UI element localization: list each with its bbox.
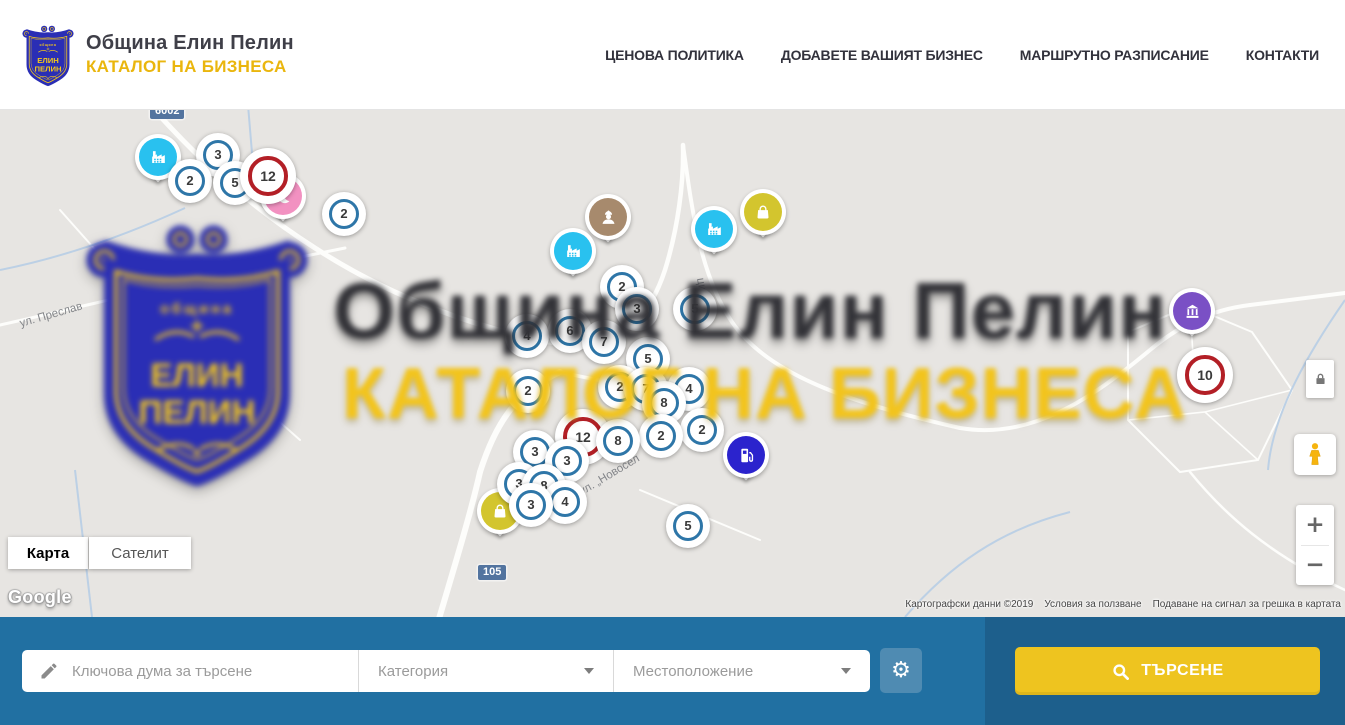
map-type-map-button[interactable]: Карта: [8, 537, 88, 569]
zoom-in-button[interactable]: +: [1296, 505, 1334, 545]
brand-text: Община Елин Пелин КАТАЛОГ НА БИЗНЕСА: [86, 32, 294, 77]
pegman-icon: [1304, 441, 1326, 468]
cluster-marker[interactable]: 2: [506, 369, 550, 413]
attribution-data-notice: Картографски данни ©2019: [905, 599, 1033, 610]
search-fields: Категория Местоположение: [22, 650, 870, 692]
factory-pin[interactable]: [550, 228, 596, 274]
header: Община Елин Пелин КАТАЛОГ НА БИЗНЕСА ЦЕН…: [0, 0, 1345, 110]
site-subtitle: КАТАЛОГ НА БИЗНЕСА: [86, 57, 294, 77]
chevron-down-icon: [841, 668, 851, 674]
lock-button[interactable]: [1306, 360, 1334, 398]
category-placeholder: Категория: [378, 663, 448, 680]
site-title: Община Елин Пелин: [86, 32, 294, 55]
zoom-out-button[interactable]: −: [1296, 546, 1334, 586]
map[interactable]: 6002 105 ул. Преслав бул. „Новосел ции 3…: [0, 110, 1345, 617]
nav-pricing-policy[interactable]: ЦЕНОВА ПОЛИТИКА: [605, 47, 744, 63]
chevron-down-icon: [584, 668, 594, 674]
attribution-terms-link[interactable]: Условия за ползване: [1044, 599, 1141, 610]
keyword-field: [22, 650, 358, 692]
factory-pin[interactable]: [691, 206, 737, 252]
cluster-marker[interactable]: 5: [673, 287, 717, 331]
church-pin[interactable]: [1169, 288, 1215, 334]
cluster-marker[interactable]: 7: [582, 320, 626, 364]
location-placeholder: Местоположение: [633, 663, 753, 680]
nav-route-schedule[interactable]: МАРШРУТНО РАЗПИСАНИЕ: [1020, 47, 1209, 63]
shopping-bag-pin[interactable]: [740, 189, 786, 235]
cluster-marker[interactable]: 5: [666, 504, 710, 548]
attribution-report-link[interactable]: Подаване на сигнал за грешка в картата: [1153, 599, 1341, 610]
category-select[interactable]: Категория: [359, 650, 613, 692]
map-type-satellite-button[interactable]: Сателит: [89, 537, 191, 569]
site-logo[interactable]: Община Елин Пелин КАТАЛОГ НА БИЗНЕСА: [0, 19, 294, 91]
page: Община Елин Пелин КАТАЛОГ НА БИЗНЕСА ЦЕН…: [0, 0, 1345, 725]
cluster-marker[interactable]: 2: [680, 408, 724, 452]
cluster-marker[interactable]: 3: [615, 287, 659, 331]
keyword-input[interactable]: [72, 663, 332, 680]
municipality-crest-icon: [22, 19, 74, 91]
gear-icon: ⚙: [891, 660, 911, 682]
cluster-marker[interactable]: 2: [639, 414, 683, 458]
cluster-marker[interactable]: 12: [240, 148, 296, 204]
location-select[interactable]: Местоположение: [614, 650, 870, 692]
map-attribution: Картографски данни ©2019 Условия за полз…: [905, 599, 1341, 610]
cluster-marker[interactable]: 4: [505, 314, 549, 358]
zoom-control: + −: [1296, 505, 1334, 585]
settings-button[interactable]: ⚙: [880, 648, 922, 693]
main-nav: ЦЕНОВА ПОЛИТИКА ДОБАВЕТЕ ВАШИЯТ БИЗНЕС М…: [605, 47, 1345, 63]
search-button[interactable]: ТЪРСЕНЕ: [1015, 647, 1320, 695]
cluster-marker[interactable]: 2: [168, 159, 212, 203]
search-button-label: ТЪРСЕНЕ: [1141, 662, 1224, 680]
pencil-icon: [39, 661, 59, 681]
search-panel: Категория Местоположение ⚙ ТЪРСЕНЕ: [0, 617, 1345, 725]
cluster-marker[interactable]: 8: [596, 419, 640, 463]
cluster-marker[interactable]: 2: [322, 192, 366, 236]
cluster-marker[interactable]: 3: [509, 483, 553, 527]
fuel-pin[interactable]: [723, 432, 769, 478]
map-markers: 32512223564752742822128333843510: [0, 110, 1345, 617]
map-type-control: Карта Сателит: [8, 537, 191, 569]
search-icon: [1111, 662, 1130, 681]
cluster-marker[interactable]: 10: [1177, 347, 1233, 403]
nav-contacts[interactable]: КОНТАКТИ: [1246, 47, 1319, 63]
pegman-button[interactable]: [1294, 434, 1336, 475]
google-logo[interactable]: Google: [8, 587, 72, 608]
nav-add-your-business[interactable]: ДОБАВЕТЕ ВАШИЯТ БИЗНЕС: [781, 47, 983, 63]
lock-icon: [1313, 370, 1328, 388]
